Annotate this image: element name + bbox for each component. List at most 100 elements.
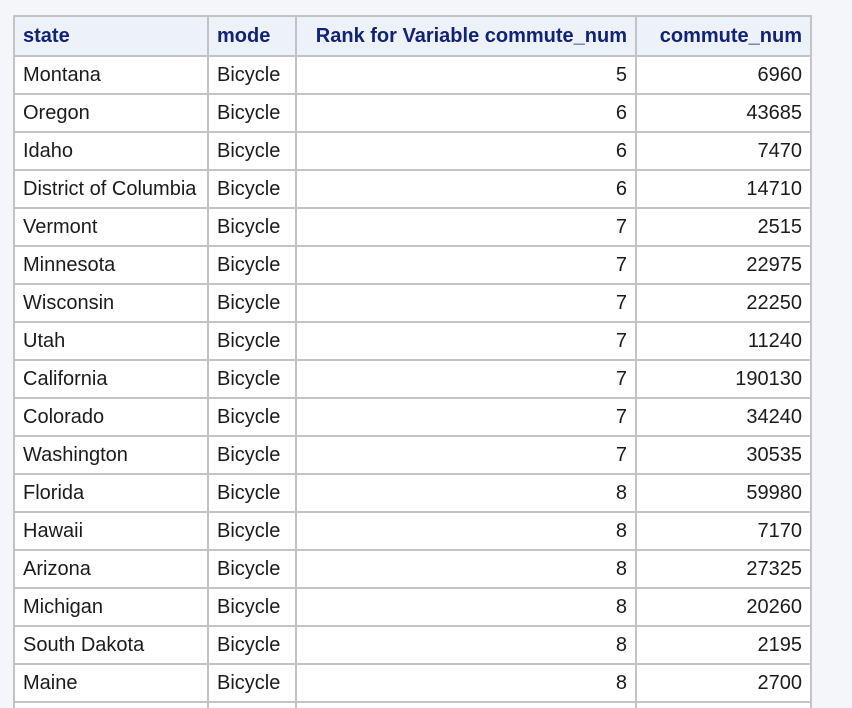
cell-state: Hawaii <box>14 512 208 550</box>
table-body: MontanaBicycle56960OregonBicycle643685Id… <box>14 56 811 708</box>
cell-commute_num: 30535 <box>636 436 811 474</box>
cell-state: Michigan <box>14 588 208 626</box>
table-row: South DakotaBicycle82195 <box>14 626 811 664</box>
column-header-commute-num: commute_num <box>636 16 811 56</box>
cell-state: California <box>14 360 208 398</box>
cell-state: Maine <box>14 664 208 702</box>
column-header-rank: Rank for Variable commute_num <box>296 16 636 56</box>
cell-mode: Bicycle <box>208 208 296 246</box>
cell-mode: Bicycle <box>208 550 296 588</box>
cell-mode: Bicycle <box>208 436 296 474</box>
cell-state <box>14 702 208 708</box>
cell-rank: 7 <box>296 246 636 284</box>
table-row: UtahBicycle711240 <box>14 322 811 360</box>
column-header-state: state <box>14 16 208 56</box>
cell-state: South Dakota <box>14 626 208 664</box>
cell-mode: Bicycle <box>208 664 296 702</box>
cell-mode: Bicycle <box>208 360 296 398</box>
table-row: MontanaBicycle56960 <box>14 56 811 94</box>
cell-rank: 6 <box>296 94 636 132</box>
cell-state: Oregon <box>14 94 208 132</box>
cell-rank: 8 <box>296 474 636 512</box>
cell-state: Washington <box>14 436 208 474</box>
cell-commute_num: 22250 <box>636 284 811 322</box>
cell-mode: Bicycle <box>208 94 296 132</box>
header-row: state mode Rank for Variable commute_num… <box>14 16 811 56</box>
cell-state: Vermont <box>14 208 208 246</box>
cell-commute_num: 14710 <box>636 170 811 208</box>
cell-mode: Bicycle <box>208 284 296 322</box>
cell-mode: Bicycle <box>208 132 296 170</box>
cell-state: Montana <box>14 56 208 94</box>
cell-state: Colorado <box>14 398 208 436</box>
cell-state: Arizona <box>14 550 208 588</box>
table-row: MaineBicycle82700 <box>14 664 811 702</box>
cell-rank: 8 <box>296 626 636 664</box>
cell-commute_num: 6960 <box>636 56 811 94</box>
table-row: IdahoBicycle67470 <box>14 132 811 170</box>
table-row: MichiganBicycle820260 <box>14 588 811 626</box>
cell-state: Florida <box>14 474 208 512</box>
cell-rank: 8 <box>296 664 636 702</box>
cell-commute_num: 27325 <box>636 550 811 588</box>
cell-mode: Bicycle <box>208 246 296 284</box>
cell-mode <box>208 702 296 708</box>
table-row: District of ColumbiaBicycle614710 <box>14 170 811 208</box>
cell-commute_num: 20260 <box>636 588 811 626</box>
table-row: FloridaBicycle859980 <box>14 474 811 512</box>
cell-rank: 8 <box>296 588 636 626</box>
cell-rank: 7 <box>296 284 636 322</box>
cell-mode: Bicycle <box>208 474 296 512</box>
table-row: WisconsinBicycle722250 <box>14 284 811 322</box>
cell-state: Utah <box>14 322 208 360</box>
cell-state: Minnesota <box>14 246 208 284</box>
cell-commute_num: 34240 <box>636 398 811 436</box>
cell-rank: 8 <box>296 512 636 550</box>
cell-commute_num: 22975 <box>636 246 811 284</box>
cell-rank: 7 <box>296 322 636 360</box>
rank-results-table: state mode Rank for Variable commute_num… <box>13 15 812 708</box>
table-row-partial <box>14 702 811 708</box>
table-row: ArizonaBicycle827325 <box>14 550 811 588</box>
table-row: VermontBicycle72515 <box>14 208 811 246</box>
cell-commute_num: 7170 <box>636 512 811 550</box>
cell-mode: Bicycle <box>208 398 296 436</box>
cell-mode: Bicycle <box>208 588 296 626</box>
cell-commute_num: 2700 <box>636 664 811 702</box>
cell-mode: Bicycle <box>208 512 296 550</box>
cell-rank: 7 <box>296 436 636 474</box>
cell-mode: Bicycle <box>208 322 296 360</box>
cell-commute_num: 43685 <box>636 94 811 132</box>
table-row: HawaiiBicycle87170 <box>14 512 811 550</box>
cell-commute_num: 59980 <box>636 474 811 512</box>
cell-rank: 8 <box>296 550 636 588</box>
cell-rank: 7 <box>296 398 636 436</box>
cell-state: Idaho <box>14 132 208 170</box>
column-header-mode: mode <box>208 16 296 56</box>
cell-rank: 7 <box>296 208 636 246</box>
cell-commute_num: 11240 <box>636 322 811 360</box>
results-page: { "page": { "background": "#f5f6fa" }, "… <box>0 0 852 708</box>
cell-commute_num: 7470 <box>636 132 811 170</box>
table-row: OregonBicycle643685 <box>14 94 811 132</box>
table-row: MinnesotaBicycle722975 <box>14 246 811 284</box>
table-row: ColoradoBicycle734240 <box>14 398 811 436</box>
cell-rank <box>296 702 636 708</box>
cell-commute_num: 2195 <box>636 626 811 664</box>
cell-mode: Bicycle <box>208 56 296 94</box>
results-table-container: state mode Rank for Variable commute_num… <box>13 15 810 708</box>
table-row: WashingtonBicycle730535 <box>14 436 811 474</box>
cell-commute_num: 2515 <box>636 208 811 246</box>
table-header: state mode Rank for Variable commute_num… <box>14 16 811 56</box>
cell-rank: 5 <box>296 56 636 94</box>
cell-mode: Bicycle <box>208 626 296 664</box>
cell-rank: 6 <box>296 170 636 208</box>
cell-state: Wisconsin <box>14 284 208 322</box>
cell-state: District of Columbia <box>14 170 208 208</box>
cell-rank: 7 <box>296 360 636 398</box>
cell-mode: Bicycle <box>208 170 296 208</box>
table-row: CaliforniaBicycle7190130 <box>14 360 811 398</box>
cell-commute_num <box>636 702 811 708</box>
cell-rank: 6 <box>296 132 636 170</box>
cell-commute_num: 190130 <box>636 360 811 398</box>
